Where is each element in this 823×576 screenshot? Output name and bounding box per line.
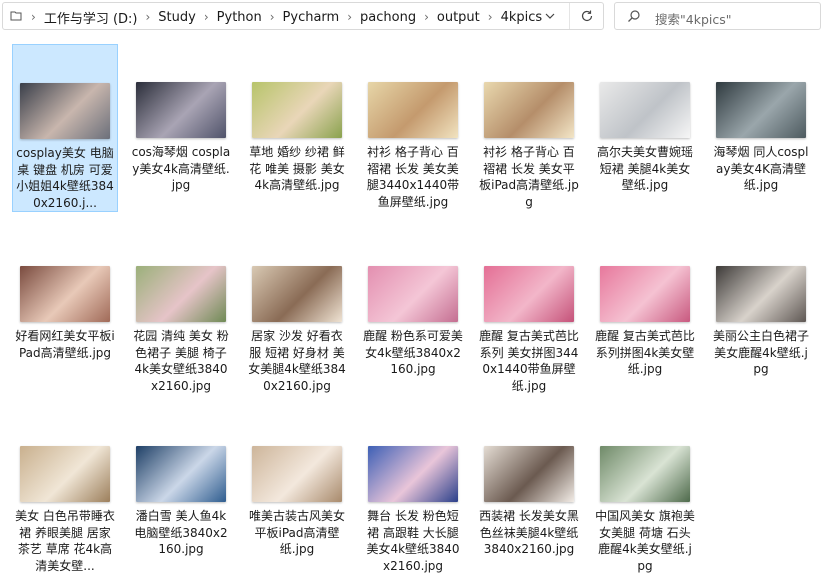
file-item[interactable]: 花园 清纯 美女 粉色裙子 美腿 椅子 4k美女壁纸3840x2160.jpg <box>128 228 234 396</box>
file-name: 花园 清纯 美女 粉色裙子 美腿 椅子 4k美女壁纸3840x2160.jpg <box>133 329 229 393</box>
file-item[interactable]: 高尔夫美女曹婉瑶 短裙 美腿4k美女壁纸.jpg <box>592 44 698 212</box>
file-name: 好看网红美女平板iPad高清壁纸.jpg <box>15 329 115 360</box>
file-item[interactable]: 鹿醒 复古美式芭比系列拼图4k美女壁纸.jpg <box>592 228 698 396</box>
file-item[interactable]: 草地 婚纱 纱裙 鲜花 唯美 摄影 美女4k高清壁纸.jpg <box>244 44 350 212</box>
breadcrumb-item[interactable]: Python <box>211 10 268 25</box>
address-history-dropdown[interactable] <box>531 3 569 29</box>
file-item[interactable]: cosplay美女 电脑桌 键盘 机房 可爱 小姐姐4k壁纸3840x2160.… <box>12 44 118 212</box>
file-name: 衬衫 格子背心 百褶裙 长发 美女平板iPad高清壁纸.jpg <box>479 145 579 209</box>
file-item[interactable]: 衬衫 格子背心 百褶裙 长发 美女平板iPad高清壁纸.jpg <box>476 44 582 212</box>
chevron-right-icon[interactable]: › <box>422 10 431 24</box>
file-name: 海琴烟 同人cosplay美女4K高清壁纸.jpg <box>713 145 809 192</box>
chevron-right-icon[interactable]: › <box>143 10 152 24</box>
image-thumbnail <box>716 266 806 322</box>
breadcrumb-item[interactable]: Study <box>152 10 202 25</box>
explorer-toolbar: › 工作与学习 (D:) › Study › Python › Pycharm › pachong… <box>0 0 823 34</box>
image-thumbnail <box>252 446 342 502</box>
refresh-button[interactable] <box>569 3 604 29</box>
image-thumbnail <box>600 446 690 502</box>
file-item[interactable]: 美丽公主白色裙子美女鹿醒4k壁纸.jpg <box>708 228 814 396</box>
file-item[interactable]: 鹿醒 复古美式芭比系列 美女拼图3440x1440带鱼屏壁纸.jpg <box>476 228 582 396</box>
image-thumbnail <box>136 446 226 502</box>
file-item[interactable]: 好看网红美女平板iPad高清壁纸.jpg <box>12 228 118 396</box>
chevron-right-icon[interactable]: › <box>345 10 354 24</box>
breadcrumb: › 工作与学习 (D:) › Study › Python › Pycharm › pachong… <box>29 3 548 31</box>
image-thumbnail <box>252 266 342 322</box>
file-name: 鹿醒 粉色系可爱美女4k壁纸3840x2160.jpg <box>363 329 463 376</box>
image-thumbnail <box>484 446 574 502</box>
search-placeholder: 搜索"4kpics" <box>655 12 732 27</box>
file-name: cos海琴烟 cosplay美女4k高清壁纸.jpg <box>131 145 231 192</box>
breadcrumb-item[interactable]: output <box>431 10 486 25</box>
chevron-down-icon <box>545 13 555 19</box>
file-item[interactable]: 衬衫 格子背心 百褶裙 长发 美女美腿3440x1440带鱼屏壁纸.jpg <box>360 44 466 212</box>
file-name: 草地 婚纱 纱裙 鲜花 唯美 摄影 美女4k高清壁纸.jpg <box>249 145 345 192</box>
file-name: 鹿醒 复古美式芭比系列 美女拼图3440x1440带鱼屏壁纸.jpg <box>479 329 579 393</box>
search-icon <box>628 10 640 22</box>
file-item[interactable]: 西装裙 长发美女黑色丝袜美腿4k壁纸3840x2160.jpg <box>476 408 582 576</box>
file-name: 美丽公主白色裙子美女鹿醒4k壁纸.jpg <box>712 329 809 376</box>
image-thumbnail <box>600 266 690 322</box>
file-name: 舞台 长发 粉色短裙 高跟鞋 大长腿美女4k壁纸3840x2160.jpg <box>366 509 460 573</box>
file-name: 美女 白色吊带睡衣裙 养眼美腿 居家 茶艺 草席 花4k高清美女壁... <box>15 509 115 573</box>
breadcrumb-item[interactable]: Pycharm <box>277 10 346 25</box>
image-thumbnail <box>368 446 458 502</box>
image-thumbnail <box>136 82 226 138</box>
image-thumbnail <box>484 82 574 138</box>
file-name: 高尔夫美女曹婉瑶 短裙 美腿4k美女壁纸.jpg <box>596 145 693 192</box>
chevron-right-icon[interactable]: › <box>268 10 277 24</box>
file-name: cosplay美女 电脑桌 键盘 机房 可爱 小姐姐4k壁纸3840x2160.… <box>16 146 114 210</box>
file-item[interactable]: cos海琴烟 cosplay美女4k高清壁纸.jpg <box>128 44 234 212</box>
breadcrumb-item[interactable]: pachong <box>354 10 422 25</box>
file-name: 中国风美女 旗袍美女美腿 荷塘 石头 鹿醒4k美女壁纸.jpg <box>595 509 695 573</box>
file-grid: cosplay美女 电脑桌 键盘 机房 可爱 小姐姐4k壁纸3840x2160.… <box>12 44 823 573</box>
file-item[interactable]: 居家 沙发 好看衣服 短裙 好身材 美女美腿4k壁纸3840x2160.jpg <box>244 228 350 396</box>
image-thumbnail <box>716 82 806 138</box>
image-thumbnail <box>368 266 458 322</box>
chevron-right-icon[interactable]: › <box>29 10 38 24</box>
file-item[interactable]: 鹿醒 粉色系可爱美女4k壁纸3840x2160.jpg <box>360 228 466 396</box>
file-name: 西装裙 长发美女黑色丝袜美腿4k壁纸3840x2160.jpg <box>479 509 579 556</box>
folder-location-icon <box>10 11 22 21</box>
image-thumbnail <box>136 266 226 322</box>
file-name: 鹿醒 复古美式芭比系列拼图4k美女壁纸.jpg <box>595 329 695 376</box>
file-name: 唯美古装古风美女平板iPad高清壁纸.jpg <box>248 509 345 556</box>
image-thumbnail <box>368 82 458 138</box>
search-box[interactable]: 搜索"4kpics" <box>614 2 821 30</box>
file-item[interactable]: 海琴烟 同人cosplay美女4K高清壁纸.jpg <box>708 44 814 212</box>
breadcrumb-item[interactable]: 工作与学习 (D:) <box>38 8 144 27</box>
image-thumbnail <box>600 82 690 138</box>
file-name: 居家 沙发 好看衣服 短裙 好身材 美女美腿4k壁纸3840x2160.jpg <box>248 329 346 393</box>
chevron-right-icon[interactable]: › <box>202 10 211 24</box>
image-thumbnail <box>252 82 342 138</box>
file-item[interactable]: 中国风美女 旗袍美女美腿 荷塘 石头 鹿醒4k美女壁纸.jpg <box>592 408 698 576</box>
file-item[interactable]: 唯美古装古风美女平板iPad高清壁纸.jpg <box>244 408 350 576</box>
file-name: 潘白雪 美人鱼4k电脑壁纸3840x2160.jpg <box>134 509 228 556</box>
image-thumbnail <box>20 83 110 139</box>
image-thumbnail <box>20 446 110 502</box>
file-item[interactable]: 舞台 长发 粉色短裙 高跟鞋 大长腿美女4k壁纸3840x2160.jpg <box>360 408 466 576</box>
chevron-right-icon[interactable]: › <box>486 10 495 24</box>
file-item[interactable]: 美女 白色吊带睡衣裙 养眼美腿 居家 茶艺 草席 花4k高清美女壁... <box>12 408 118 576</box>
refresh-icon <box>581 10 593 22</box>
file-name: 衬衫 格子背心 百褶裙 长发 美女美腿3440x1440带鱼屏壁纸.jpg <box>366 145 460 209</box>
image-thumbnail <box>484 266 574 322</box>
image-thumbnail <box>20 266 110 322</box>
address-bar[interactable]: › 工作与学习 (D:) › Study › Python › Pycharm › pachong… <box>2 2 604 30</box>
file-item[interactable]: 潘白雪 美人鱼4k电脑壁纸3840x2160.jpg <box>128 408 234 576</box>
